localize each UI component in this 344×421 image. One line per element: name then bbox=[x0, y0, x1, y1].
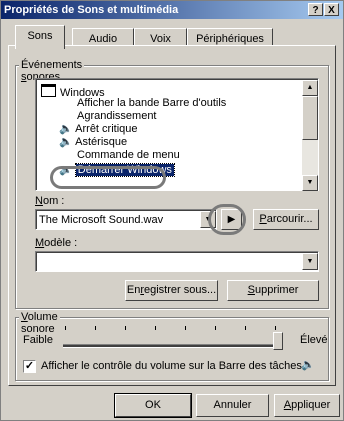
close-button[interactable]: X bbox=[324, 3, 339, 16]
slider-tick bbox=[185, 326, 186, 330]
sound-properties-window: Propriétés de Sons et multimédia ? X Son… bbox=[0, 0, 344, 421]
list-item[interactable]: Afficher la bande Barre d'outils bbox=[77, 97, 226, 110]
btn-text: arcourir... bbox=[266, 213, 313, 225]
list-item-label: Commande de menu bbox=[77, 149, 180, 161]
slider-tick bbox=[65, 326, 66, 330]
apply-button[interactable]: Appliquer bbox=[274, 394, 340, 417]
title-bar: Propriétés de Sons et multimédia ? X bbox=[1, 1, 343, 19]
speaker-icon: 🔈 bbox=[59, 123, 73, 135]
list-item-label: Afficher la bande Barre d'outils bbox=[77, 97, 227, 109]
slider-thumb[interactable] bbox=[273, 332, 283, 350]
scheme-label: Modèle : bbox=[35, 237, 77, 249]
taskbar-volume-checkbox[interactable]: ✓ bbox=[23, 360, 36, 373]
speaker-icon: 🔈 bbox=[59, 136, 73, 148]
volume-high-label: Élevé bbox=[300, 334, 328, 346]
ok-button[interactable]: OK bbox=[114, 393, 192, 418]
list-scrollbar[interactable]: ▲ ▼ bbox=[302, 80, 318, 191]
slider-track bbox=[63, 344, 281, 348]
label-text: Événements bbox=[21, 59, 83, 71]
highlight-circle-play bbox=[208, 204, 246, 235]
window-title: Propriétés de Sons et multimédia bbox=[4, 4, 179, 16]
scheme-combo[interactable]: ▼ bbox=[35, 251, 319, 272]
list-item-label: Agrandissement bbox=[77, 110, 157, 122]
list-item-label: Astérisque bbox=[75, 136, 128, 148]
chevron-down-icon[interactable]: ▼ bbox=[302, 253, 318, 270]
slider-tick bbox=[245, 326, 246, 330]
btn-text: En bbox=[126, 284, 141, 296]
list-item[interactable]: 🔈 Astérisque bbox=[59, 136, 127, 149]
combo-inner: The Microsoft Sound.wav ▼ bbox=[36, 210, 216, 229]
list-item[interactable]: Commande de menu bbox=[77, 149, 180, 162]
help-button[interactable]: ? bbox=[308, 3, 323, 16]
list-item[interactable]: Agrandissement bbox=[77, 110, 157, 123]
scroll-thumb[interactable] bbox=[302, 96, 318, 140]
tab-label: Sons bbox=[27, 30, 53, 42]
highlight-circle-selected bbox=[50, 166, 166, 189]
delete-button[interactable]: Supprimer bbox=[227, 280, 319, 301]
sound-file-value: The Microsoft Sound.wav bbox=[39, 214, 164, 226]
btn-text: OK bbox=[145, 399, 161, 411]
slider-tick bbox=[155, 326, 156, 330]
btn-accel: A bbox=[283, 399, 292, 411]
scroll-down-icon[interactable]: ▼ bbox=[302, 175, 318, 191]
btn-text: Annuler bbox=[213, 399, 252, 411]
name-label: Nom : bbox=[35, 195, 64, 207]
label-accel: M bbox=[35, 237, 45, 249]
sound-file-combo[interactable]: The Microsoft Sound.wav ▼ bbox=[35, 209, 217, 230]
list-item[interactable]: 🔈 Arrêt critique bbox=[59, 123, 138, 136]
volume-low-label: Faible bbox=[23, 334, 53, 346]
save-as-button[interactable]: Enregistrer sous... bbox=[125, 280, 218, 301]
btn-text: upprimer bbox=[254, 284, 299, 296]
label-accel: V bbox=[21, 311, 28, 323]
label-text: odèle : bbox=[44, 237, 78, 249]
label-text: om : bbox=[42, 195, 65, 207]
taskbar-volume-label: Afficher le contrôle du volume sur la Ba… bbox=[41, 360, 302, 372]
btn-text: ppliquer bbox=[291, 399, 331, 411]
list-item-label: Arrêt critique bbox=[75, 123, 138, 135]
scroll-up-icon[interactable]: ▲ bbox=[302, 80, 318, 96]
btn-text: egistrer sous... bbox=[144, 284, 217, 296]
btn-accel: S bbox=[247, 284, 255, 296]
slider-tick bbox=[275, 326, 276, 330]
tab-label: Périphériques bbox=[196, 33, 264, 45]
slider-tick bbox=[95, 326, 96, 330]
combo-inner: ▼ bbox=[36, 252, 318, 271]
label-accel: N bbox=[35, 195, 43, 207]
slider-tick bbox=[125, 326, 126, 330]
slider-tick bbox=[215, 326, 216, 330]
tab-label: Voix bbox=[150, 33, 171, 45]
tab-label: Audio bbox=[88, 33, 118, 45]
btn-accel: P bbox=[259, 213, 267, 225]
browse-button[interactable]: Parcourir... bbox=[253, 209, 319, 230]
windows-folder-icon bbox=[41, 84, 56, 97]
tab-sons[interactable]: Sons bbox=[15, 25, 65, 49]
speaker-icon: 🔈 bbox=[301, 359, 315, 371]
volume-group-label: Volume sonore bbox=[19, 311, 60, 335]
cancel-button[interactable]: Annuler bbox=[196, 394, 269, 417]
